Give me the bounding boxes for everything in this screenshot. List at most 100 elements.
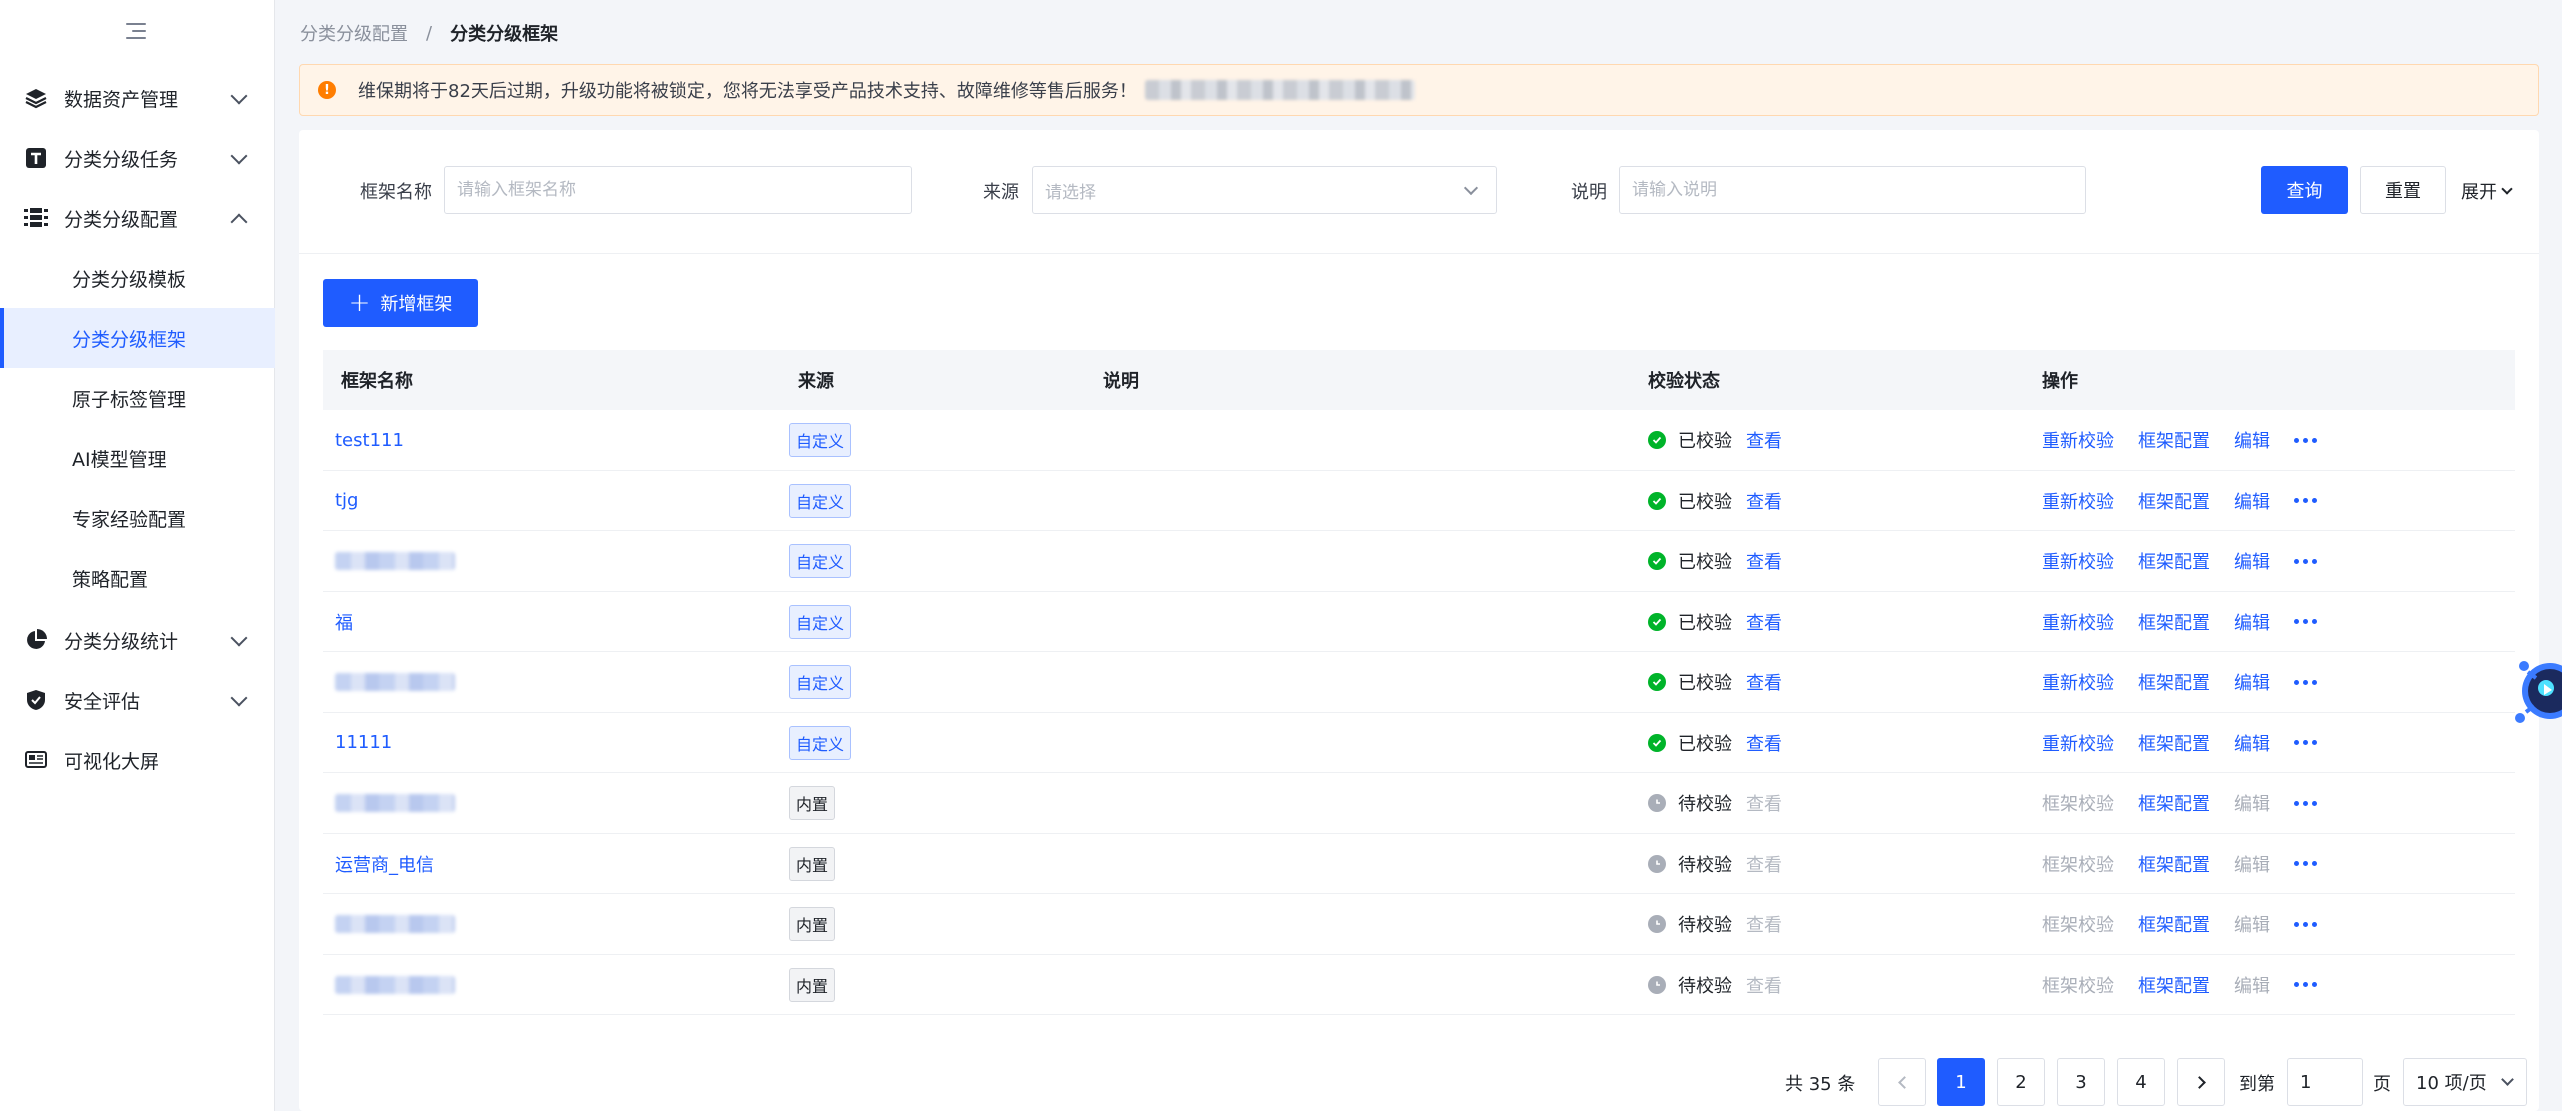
revalidate-link[interactable]: 重新校验 — [2042, 730, 2114, 756]
menu-classify-config[interactable]: 分类分级配置 — [0, 188, 275, 248]
more-icon[interactable] — [2294, 982, 2317, 987]
sidebar-item-atomic-tag[interactable]: 原子标签管理 — [0, 368, 275, 428]
chevron-right-icon — [2192, 1075, 2206, 1089]
page-4-button[interactable]: 4 — [2117, 1058, 2165, 1106]
cell-name — [335, 773, 455, 833]
clock-icon — [1648, 794, 1666, 812]
framework-name-link[interactable]: 运营商_电信 — [335, 851, 434, 877]
framework-config-link[interactable]: 框架配置 — [2138, 730, 2210, 756]
breadcrumb-parent[interactable]: 分类分级配置 — [300, 20, 408, 46]
edit-link[interactable]: 编辑 — [2234, 669, 2270, 695]
revalidate-link[interactable]: 重新校验 — [2042, 488, 2114, 514]
framework-config-link[interactable]: 框架配置 — [2138, 790, 2210, 816]
page-1-button[interactable]: 1 — [1937, 1058, 1985, 1106]
more-icon[interactable] — [2294, 740, 2317, 745]
more-icon[interactable] — [2294, 679, 2317, 685]
edit-link[interactable]: 编辑 — [2234, 488, 2270, 514]
cell-status: 已校验 查看 — [1648, 592, 1782, 652]
pie-chart-icon — [24, 628, 48, 652]
revalidate-link[interactable]: 重新校验 — [2042, 669, 2114, 695]
edit-link[interactable]: 编辑 — [2234, 609, 2270, 635]
clock-icon — [1648, 975, 1666, 994]
more-icon[interactable] — [2294, 498, 2317, 503]
framework-config-link[interactable]: 框架配置 — [2138, 911, 2210, 937]
main-panel: 框架名称 来源 请选择 说明 查询 重置 展开 + 新增框架 框架名称 来源 说… — [299, 130, 2539, 1111]
source-tag: 自定义 — [789, 604, 852, 639]
col-header-actions: 操作 — [2042, 371, 2078, 392]
redacted-framework-name — [335, 975, 455, 994]
chevron-down-icon — [230, 87, 248, 105]
more-icon[interactable] — [2294, 558, 2317, 564]
edit-link[interactable]: 编辑 — [2234, 730, 2270, 756]
menu-classify-task[interactable]: 分类分级任务 — [0, 128, 275, 188]
edit-link[interactable]: 编辑 — [2234, 548, 2270, 574]
goto-page-input[interactable] — [2287, 1058, 2363, 1106]
view-link[interactable]: 查看 — [1746, 609, 1782, 635]
cell-actions: 框架校验 框架配置 编辑 — [2042, 834, 2317, 894]
collapse-menu-icon[interactable] — [124, 20, 150, 42]
source-select[interactable]: 请选择 — [1032, 166, 1497, 214]
menu-security-assess[interactable]: 安全评估 — [0, 670, 275, 730]
revalidate-link[interactable]: 重新校验 — [2042, 609, 2114, 635]
sidebar-item-template[interactable]: 分类分级模板 — [0, 248, 275, 308]
menu-label: 安全评估 — [64, 690, 141, 713]
more-icon[interactable] — [2294, 861, 2317, 866]
view-link: 查看 — [1746, 794, 1782, 815]
framework-name-link[interactable]: test111 — [335, 430, 404, 451]
framework-name-link[interactable]: tjg — [335, 490, 358, 511]
cell-status: 已校验 查看 — [1648, 713, 1782, 773]
add-framework-button[interactable]: + 新增框架 — [323, 279, 478, 327]
expand-filters-link[interactable]: 展开 — [2461, 178, 2513, 204]
assistant-float-icon[interactable] — [2506, 650, 2562, 732]
cell-actions: 重新校验 框架配置 编辑 — [2042, 410, 2317, 470]
menu-data-asset[interactable]: 数据资产管理 — [0, 68, 275, 128]
framework-config-link[interactable]: 框架配置 — [2138, 548, 2210, 574]
framework-config-link[interactable]: 框架配置 — [2138, 609, 2210, 635]
check-circle-icon — [1648, 491, 1666, 510]
source-tag: 自定义 — [789, 483, 852, 518]
view-link[interactable]: 查看 — [1746, 548, 1782, 574]
framework-config-link[interactable]: 框架配置 — [2138, 669, 2210, 695]
edit-link[interactable]: 编辑 — [2234, 427, 2270, 453]
framework-config-link[interactable]: 框架配置 — [2138, 972, 2210, 998]
revalidate-link: 框架校验 — [2042, 854, 2114, 876]
cell-source: 自定义 — [789, 531, 852, 591]
name-filter-input[interactable] — [444, 166, 912, 214]
more-icon[interactable] — [2294, 619, 2317, 624]
framework-config-link[interactable]: 框架配置 — [2138, 488, 2210, 514]
cell-actions: 重新校验 框架配置 编辑 — [2042, 713, 2317, 773]
more-icon[interactable] — [2294, 921, 2317, 927]
view-link[interactable]: 查看 — [1746, 427, 1782, 453]
check-circle-icon — [1648, 612, 1666, 631]
page-2-button[interactable]: 2 — [1997, 1058, 2045, 1106]
query-button[interactable]: 查询 — [2261, 166, 2348, 214]
menu-classify-stats[interactable]: 分类分级统计 — [0, 610, 275, 670]
framework-name-link[interactable]: 11111 — [335, 732, 392, 753]
cell-actions: 框架校验 框架配置 编辑 — [2042, 773, 2317, 833]
page-size-select[interactable]: 10 项/页 — [2403, 1058, 2527, 1106]
framework-name-link[interactable]: 福 — [335, 609, 353, 635]
reset-button[interactable]: 重置 — [2360, 166, 2446, 214]
framework-config-link[interactable]: 框架配置 — [2138, 427, 2210, 453]
framework-config-link[interactable]: 框架配置 — [2138, 851, 2210, 877]
revalidate-link[interactable]: 重新校验 — [2042, 548, 2114, 574]
desc-filter-input[interactable] — [1619, 166, 2086, 214]
page-3-button[interactable]: 3 — [2057, 1058, 2105, 1106]
view-link[interactable]: 查看 — [1746, 488, 1782, 514]
sidebar-item-strategy[interactable]: 策略配置 — [0, 548, 275, 608]
breadcrumb-separator: / — [426, 22, 433, 44]
prev-page-button[interactable] — [1878, 1058, 1926, 1106]
sidebar-item-expert[interactable]: 专家经验配置 — [0, 488, 275, 548]
view-link[interactable]: 查看 — [1746, 730, 1782, 756]
next-page-button[interactable] — [2177, 1058, 2225, 1106]
revalidate-link[interactable]: 重新校验 — [2042, 427, 2114, 453]
chevron-down-icon — [2501, 1073, 2514, 1086]
menu-dashboard[interactable]: 可视化大屏 — [0, 730, 275, 790]
edit-link: 编辑 — [2234, 854, 2270, 876]
more-icon[interactable] — [2294, 800, 2317, 806]
more-icon[interactable] — [2294, 437, 2317, 443]
cell-status: 已校验 查看 — [1648, 410, 1782, 470]
sidebar-item-ai-model[interactable]: AI模型管理 — [0, 428, 275, 488]
sidebar-item-framework[interactable]: 分类分级框架 — [0, 308, 275, 368]
view-link[interactable]: 查看 — [1746, 669, 1782, 695]
